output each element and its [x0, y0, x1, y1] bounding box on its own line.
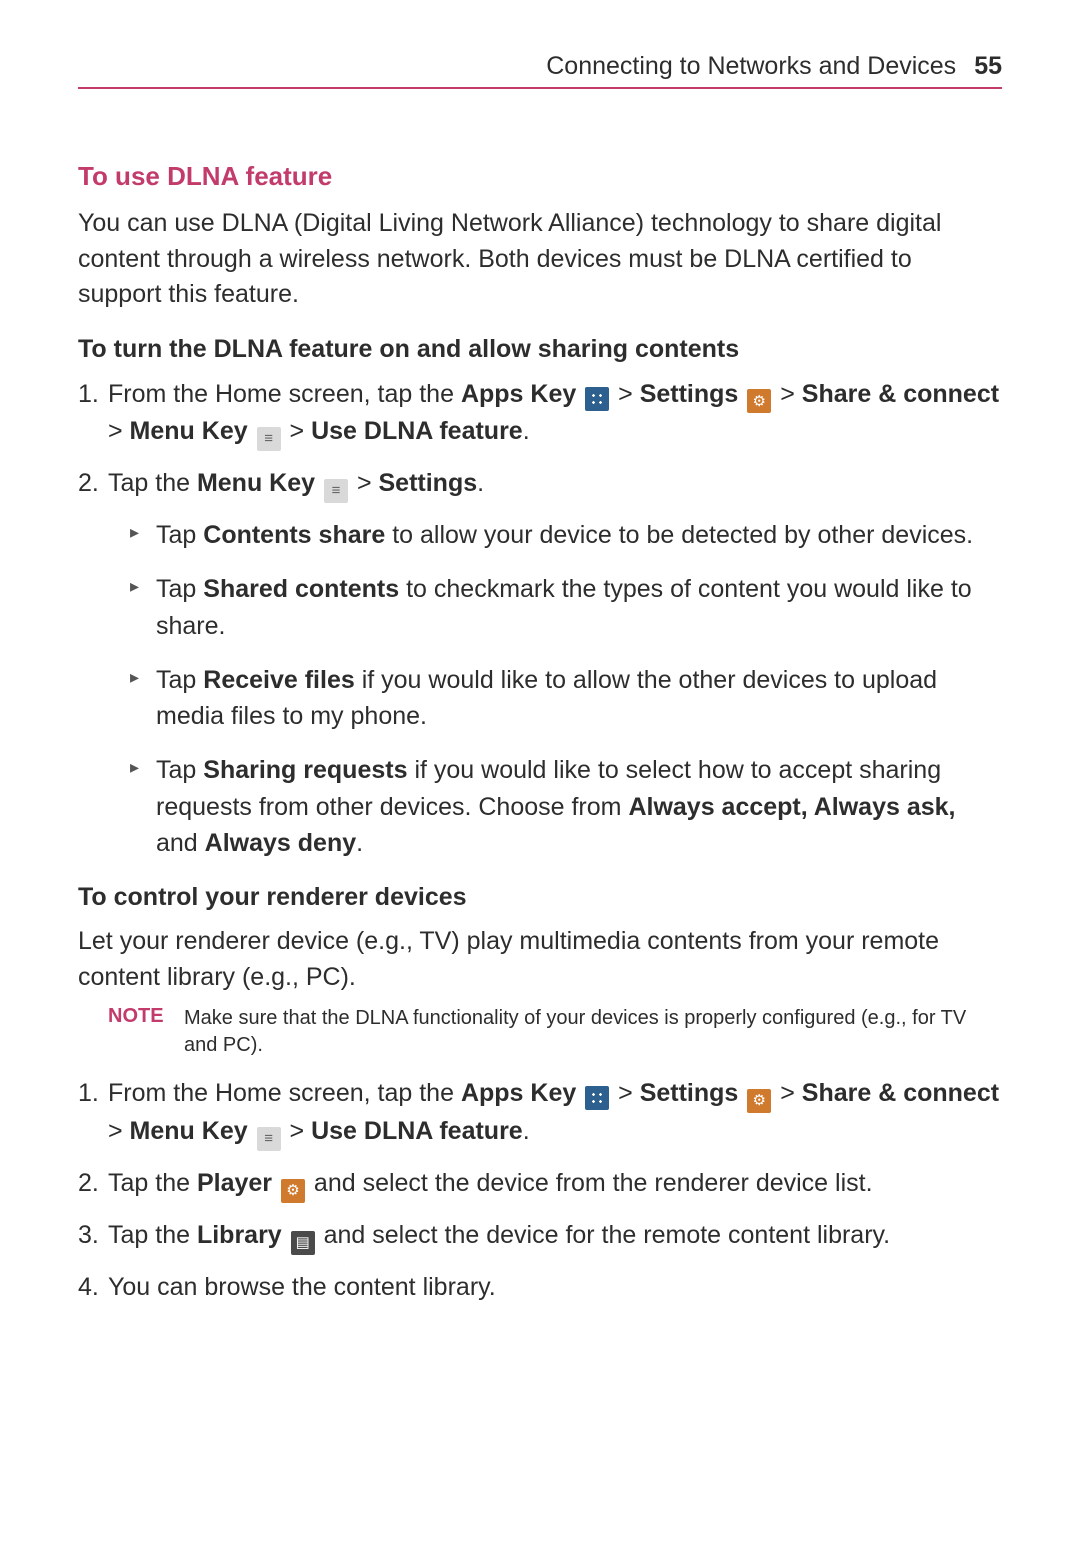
manual-page: Connecting to Networks and Devices 55 To… — [0, 0, 1080, 1305]
step-2: Tap the Menu Key ≡ > Settings. Tap Conte… — [78, 465, 1002, 861]
menu-key-icon: ≡ — [324, 479, 348, 503]
r-step-1: From the Home screen, tap the Apps Key >… — [78, 1075, 1002, 1151]
bullet-receive-files: Tap Receive files if you would like to a… — [130, 662, 1002, 735]
apps-key-icon — [585, 1086, 609, 1110]
r-step-4: You can browse the content library. — [78, 1269, 1002, 1305]
subhead-turn-on: To turn the DLNA feature on and allow sh… — [78, 335, 1002, 364]
library-icon: ▤ — [291, 1231, 315, 1255]
note-label: NOTE — [108, 1005, 184, 1059]
r-step-2: Tap the Player ⚙ and select the device f… — [78, 1165, 1002, 1203]
menu-key-icon: ≡ — [257, 1127, 281, 1151]
bullet-sharing-requests: Tap Sharing requests if you would like t… — [130, 752, 1002, 861]
steps-list-1: From the Home screen, tap the Apps Key >… — [78, 376, 1002, 862]
menu-key-icon: ≡ — [257, 427, 281, 451]
heading-dlna: To use DLNA feature — [78, 161, 1002, 192]
intro-text: You can use DLNA (Digital Living Network… — [78, 206, 1002, 313]
gear-icon: ⚙ — [747, 389, 771, 413]
renderer-intro: Let your renderer device (e.g., TV) play… — [78, 924, 1002, 995]
note-block: NOTE Make sure that the DLNA functionali… — [108, 1005, 1002, 1059]
apps-key-icon — [585, 387, 609, 411]
player-icon: ⚙ — [281, 1179, 305, 1203]
steps-list-2: From the Home screen, tap the Apps Key >… — [78, 1075, 1002, 1305]
page-header: Connecting to Networks and Devices 55 — [78, 52, 1002, 89]
note-text: Make sure that the DLNA functionality of… — [184, 1005, 1002, 1059]
r-step-3: Tap the Library ▤ and select the device … — [78, 1217, 1002, 1255]
section-title: Connecting to Networks and Devices — [546, 52, 956, 81]
bullet-contents-share: Tap Contents share to allow your device … — [130, 517, 1002, 553]
sub-bullets: Tap Contents share to allow your device … — [130, 517, 1002, 861]
gear-icon: ⚙ — [747, 1089, 771, 1113]
page-number: 55 — [974, 52, 1002, 81]
bullet-shared-contents: Tap Shared contents to checkmark the typ… — [130, 571, 1002, 644]
subhead-renderer: To control your renderer devices — [78, 883, 1002, 912]
step-1: From the Home screen, tap the Apps Key >… — [78, 376, 1002, 452]
